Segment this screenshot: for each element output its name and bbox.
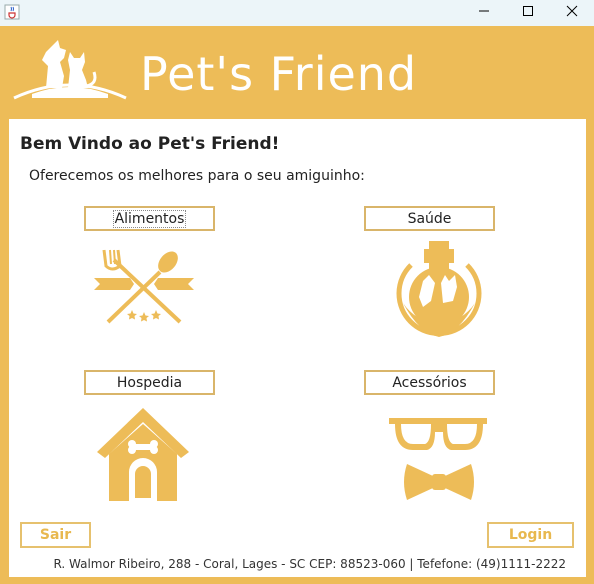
- maximize-icon: [523, 6, 533, 16]
- alimentos-label: Alimentos: [112, 209, 187, 228]
- welcome-heading: Bem Vindo ao Pet's Friend!: [20, 134, 280, 154]
- sair-button[interactable]: Sair: [20, 522, 91, 548]
- window-titlebar: [0, 0, 594, 26]
- close-button[interactable]: [550, 0, 594, 22]
- saude-label: Saúde: [407, 210, 452, 227]
- acessorios-label: Acessórios: [392, 374, 467, 391]
- sair-label: Sair: [39, 527, 72, 543]
- fork-spoon-icon[interactable]: [94, 246, 194, 326]
- maximize-button[interactable]: [506, 0, 550, 22]
- main-panel: Bem Vindo ao Pet's Friend! Oferecemos os…: [9, 119, 586, 577]
- app-header: Pet's Friend: [0, 26, 594, 116]
- alimentos-button[interactable]: Alimentos: [84, 206, 215, 231]
- minimize-icon: [479, 10, 489, 12]
- hospedia-label: Hospedia: [116, 374, 183, 391]
- subtitle-text: Oferecemos os melhores para o seu amigui…: [29, 168, 365, 184]
- pet-health-icon[interactable]: [389, 241, 489, 341]
- glasses-bowtie-icon[interactable]: [387, 414, 491, 504]
- login-button[interactable]: Login: [487, 522, 574, 548]
- hospedia-button[interactable]: Hospedia: [84, 370, 215, 395]
- acessorios-button[interactable]: Acessórios: [364, 370, 495, 395]
- brand-title: Pet's Friend: [140, 47, 418, 101]
- doghouse-icon[interactable]: [95, 406, 191, 501]
- minimize-button[interactable]: [462, 0, 506, 22]
- dog-cat-logo-icon: [12, 36, 128, 104]
- java-cup-icon: [4, 4, 20, 20]
- close-icon: [566, 5, 578, 17]
- footer-address: R. Walmor Ribeiro, 288 - Coral, Lages - …: [53, 557, 566, 571]
- saude-button[interactable]: Saúde: [364, 206, 495, 231]
- login-label: Login: [508, 527, 553, 543]
